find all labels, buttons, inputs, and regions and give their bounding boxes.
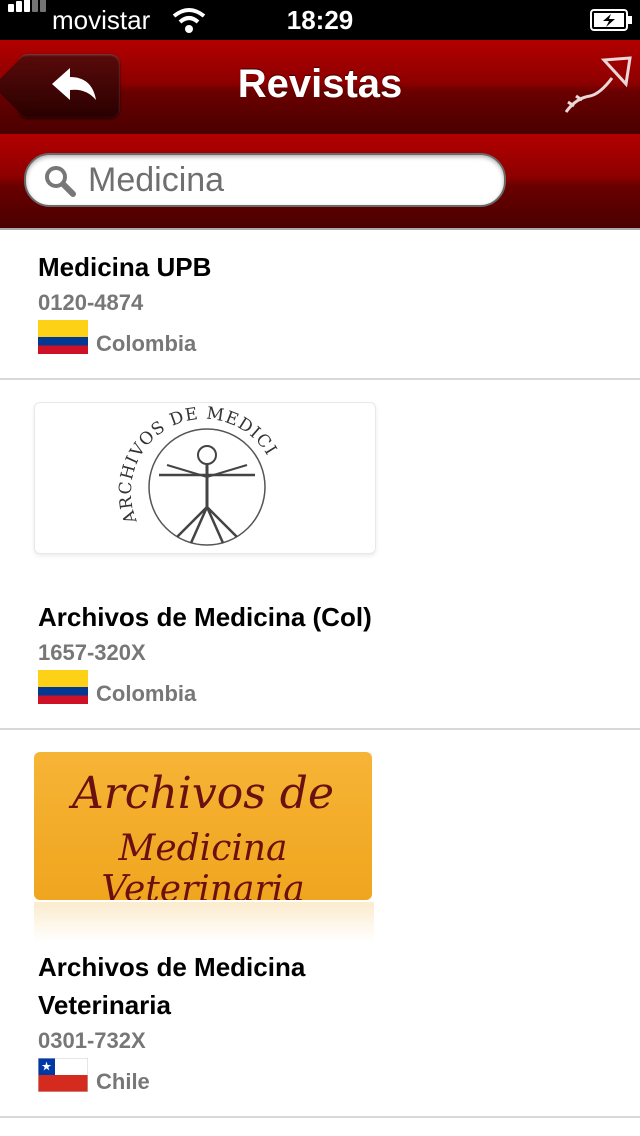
search-input[interactable] xyxy=(88,161,488,200)
navigation-bar: Revistas xyxy=(0,40,640,135)
journal-title-line-2: Veterinaria xyxy=(38,990,171,1020)
journal-cover-image: Archivos de Medicina Veterinaria xyxy=(34,752,372,900)
vitruvian-man-logo: ARCHIVOS DE MEDICINA xyxy=(27,388,280,546)
colombia-flag-icon xyxy=(38,670,88,704)
clock: 18:29 xyxy=(286,5,354,35)
battery-charging-icon xyxy=(590,9,632,31)
colombia-flag-icon xyxy=(38,320,88,354)
journal-issn: 1657-320X xyxy=(38,640,146,665)
journal-country: Chile xyxy=(96,1069,150,1094)
kite-icon[interactable] xyxy=(556,54,636,120)
journal-title-line-1: Archivos de Medicina xyxy=(38,952,306,982)
list-item[interactable]: Archivos de Medicina Veterinaria Archivo… xyxy=(0,730,640,1118)
cover-title-line-2: Medicina Veterinaria xyxy=(101,828,305,900)
journal-list: Medicina UPB 0120-4874 Colombia ARCHIVOS… xyxy=(0,230,640,1118)
search-field[interactable] xyxy=(24,153,506,207)
back-arrow-icon xyxy=(52,68,96,100)
search-bar xyxy=(0,134,640,230)
journal-issn: 0301-732X xyxy=(38,1028,146,1053)
chile-flag-icon xyxy=(38,1058,88,1092)
search-icon xyxy=(45,166,76,197)
journal-title: Medicina UPB xyxy=(38,252,212,282)
journal-title: Archivos de Medicina (Col) xyxy=(38,602,372,632)
cover-reflection xyxy=(34,902,374,942)
list-item[interactable]: Medicina UPB 0120-4874 Colombia xyxy=(0,230,640,380)
journal-cover-image: ARCHIVOS DE MEDICINA xyxy=(27,388,376,554)
journal-country: Colombia xyxy=(96,331,197,356)
journal-issn: 0120-4874 xyxy=(38,290,144,315)
cover-title-line-1: Archivos de xyxy=(72,768,334,819)
status-bar: movistar 18:29 xyxy=(0,0,640,40)
list-item[interactable]: ARCHIVOS DE MEDICINA Archivos de Medicin… xyxy=(0,380,640,730)
journal-country: Colombia xyxy=(96,681,197,706)
